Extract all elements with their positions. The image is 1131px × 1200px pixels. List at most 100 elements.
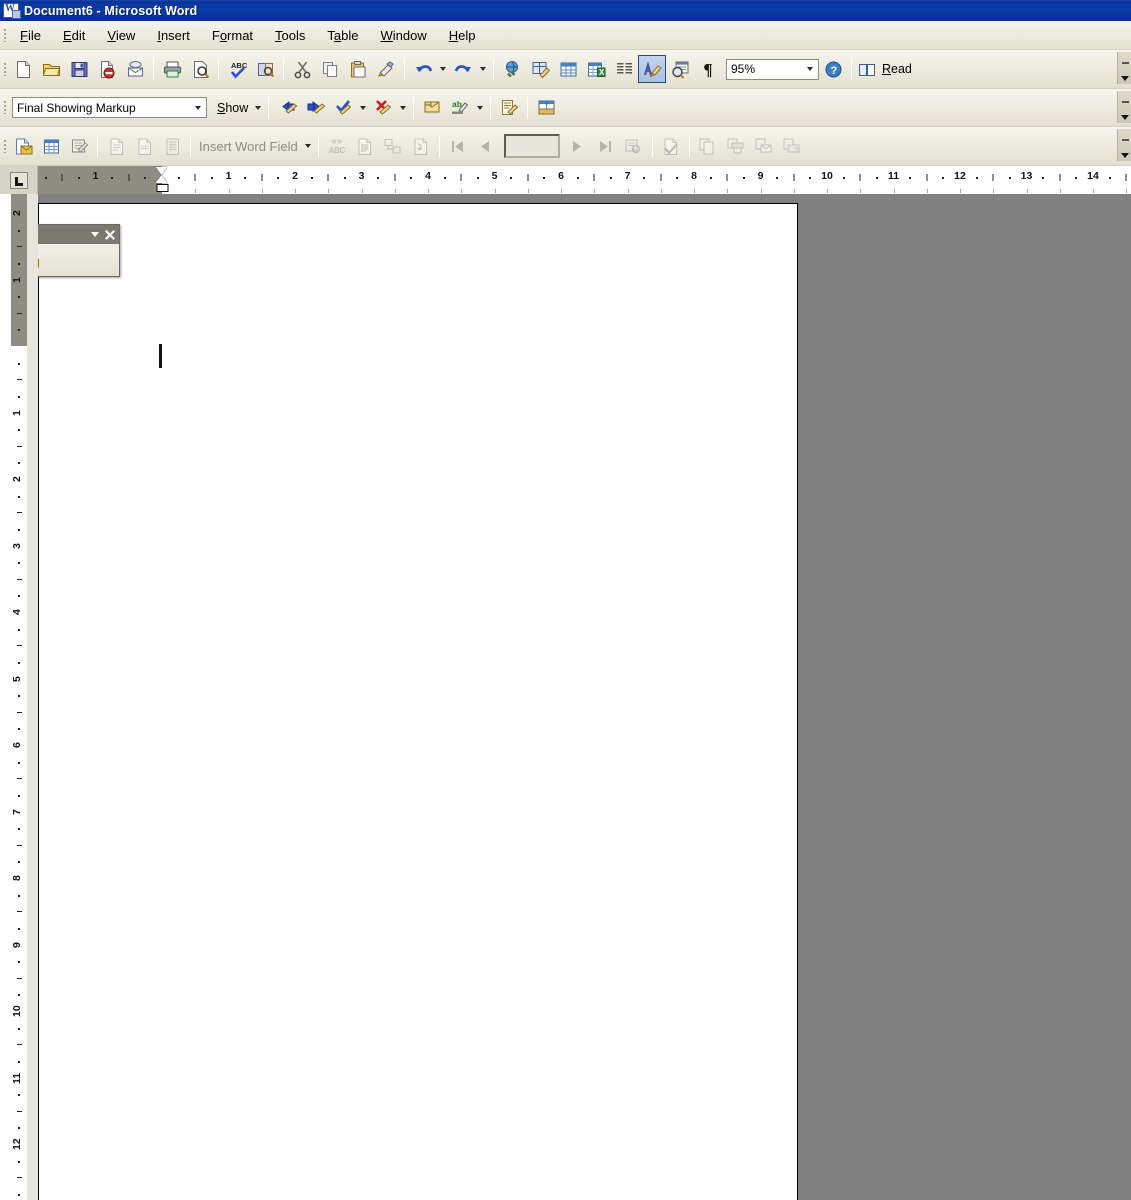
- copy-icon[interactable]: [316, 55, 344, 83]
- propagate-labels-icon[interactable]: [407, 132, 435, 160]
- horizontal-ruler[interactable]: 1 1 2 3 4 5 6 7 8 9 10 11 12 13 14: [38, 166, 1131, 194]
- match-fields-icon[interactable]: [379, 132, 407, 160]
- vertical-ruler[interactable]: 211234567891011121314: [0, 194, 38, 1200]
- reject-change-dropdown[interactable]: [397, 95, 409, 121]
- highlight-icon[interactable]: ab: [446, 94, 474, 122]
- next-change-icon[interactable]: [301, 94, 329, 122]
- accept-change-icon[interactable]: [329, 94, 357, 122]
- highlight-merge-fields-icon[interactable]: [351, 132, 379, 160]
- insert-comment-icon[interactable]: [418, 94, 446, 122]
- protect-form-icon[interactable]: [38, 247, 45, 273]
- menu-tools[interactable]: Tools: [264, 25, 316, 46]
- document-page[interactable]: [38, 203, 798, 1200]
- previous-change-icon[interactable]: [273, 94, 301, 122]
- first-record-icon[interactable]: [444, 132, 472, 160]
- menu-edit[interactable]: Edit: [52, 25, 96, 46]
- document-canvas[interactable]: Forms ab|: [38, 194, 1131, 1200]
- insert-excel-spreadsheet-icon[interactable]: X: [582, 55, 610, 83]
- main-document-setup-icon[interactable]: [9, 132, 37, 160]
- merge-to-printer-icon[interactable]: [722, 132, 750, 160]
- new-blank-document-icon[interactable]: [9, 55, 37, 83]
- reviewing-pane-icon[interactable]: [532, 94, 560, 122]
- menu-insert[interactable]: Insert: [146, 25, 201, 46]
- drawing-icon[interactable]: [638, 55, 666, 83]
- forms-toolbar-titlebar[interactable]: Forms: [38, 225, 119, 244]
- menu-file[interactable]: File: [9, 25, 52, 46]
- print-preview-icon[interactable]: [186, 55, 214, 83]
- reviewing-toolbar-overflow-button[interactable]: [1117, 91, 1131, 123]
- mailmerge-toolbar-overflow-button[interactable]: [1117, 129, 1131, 161]
- insert-hyperlink-icon[interactable]: [498, 55, 526, 83]
- reviewing-toolbar-grip[interactable]: [0, 89, 9, 126]
- check-for-errors-icon[interactable]: [657, 132, 685, 160]
- indent-markers[interactable]: [155, 166, 169, 194]
- merge-to-email-icon[interactable]: [750, 132, 778, 160]
- forms-toolbar-options-dropdown[interactable]: [87, 227, 102, 242]
- email-icon[interactable]: [121, 55, 149, 83]
- track-changes-icon[interactable]: [495, 94, 523, 122]
- accept-change-dropdown[interactable]: [357, 95, 369, 121]
- research-icon[interactable]: [251, 55, 279, 83]
- tables-and-borders-icon[interactable]: [526, 55, 554, 83]
- undo-dropdown[interactable]: [437, 56, 449, 82]
- hanging-indent-marker[interactable]: [155, 175, 168, 183]
- redo-icon[interactable]: [449, 55, 477, 83]
- insert-word-field-dropdown[interactable]: [302, 133, 314, 159]
- previous-record-icon[interactable]: [472, 132, 500, 160]
- read-label[interactable]: Read: [878, 62, 916, 76]
- forms-toolbar-close-button[interactable]: [102, 227, 117, 242]
- merge-to-new-document-icon[interactable]: [694, 132, 722, 160]
- reviewing-toolbar: Final Showing Markup Show ab: [0, 89, 1131, 127]
- menu-table[interactable]: Table: [316, 25, 369, 46]
- open-icon[interactable]: [37, 55, 65, 83]
- mail-merge-recipients-icon[interactable]: [65, 132, 93, 160]
- tab-selector-button[interactable]: [0, 166, 38, 194]
- show-menu-dropdown[interactable]: [252, 95, 264, 121]
- next-record-icon[interactable]: [564, 132, 592, 160]
- mailmerge-toolbar-grip[interactable]: [0, 127, 9, 165]
- format-painter-icon[interactable]: [372, 55, 400, 83]
- forms-toolbar[interactable]: Forms ab|: [38, 224, 120, 277]
- document-map-icon[interactable]: [666, 55, 694, 83]
- cut-icon[interactable]: [288, 55, 316, 83]
- standard-toolbar-overflow-button[interactable]: [1117, 52, 1131, 84]
- first-line-indent-marker[interactable]: [155, 167, 168, 175]
- spelling-grammar-icon[interactable]: ABC: [223, 55, 251, 83]
- record-number-input[interactable]: [503, 134, 560, 158]
- left-indent-marker[interactable]: [156, 184, 168, 192]
- insert-greeting-line-icon[interactable]: [130, 132, 158, 160]
- show-hide-formatting-icon[interactable]: ¶: [694, 55, 722, 83]
- show-menu-label[interactable]: Show: [213, 101, 252, 115]
- paste-icon[interactable]: [344, 55, 372, 83]
- permission-icon[interactable]: [93, 55, 121, 83]
- menu-help[interactable]: Help: [438, 25, 487, 46]
- zoom-dropdown-arrow[interactable]: [802, 60, 818, 79]
- view-merged-data-icon[interactable]: «» ABC: [323, 132, 351, 160]
- print-icon[interactable]: [158, 55, 186, 83]
- save-icon[interactable]: [65, 55, 93, 83]
- display-for-review-combo[interactable]: Final Showing Markup: [12, 97, 207, 118]
- merge-to-fax-icon[interactable]: [778, 132, 806, 160]
- display-for-review-dropdown-arrow[interactable]: [190, 98, 206, 117]
- menu-view[interactable]: View: [96, 25, 146, 46]
- standard-toolbar-grip[interactable]: [0, 50, 9, 88]
- undo-icon[interactable]: [409, 55, 437, 83]
- redo-dropdown[interactable]: [477, 56, 489, 82]
- insert-word-field-label[interactable]: Insert Word Field: [195, 139, 302, 154]
- columns-icon[interactable]: [610, 55, 638, 83]
- open-data-source-icon[interactable]: [37, 132, 65, 160]
- menubar-grip[interactable]: [0, 21, 9, 49]
- last-record-icon[interactable]: [592, 132, 620, 160]
- insert-address-block-icon[interactable]: [102, 132, 130, 160]
- reject-change-icon[interactable]: [369, 94, 397, 122]
- zoom-combo[interactable]: 95%: [726, 58, 819, 80]
- menu-window[interactable]: Window: [370, 25, 438, 46]
- highlight-dropdown[interactable]: [474, 95, 486, 121]
- default-tab-stop: [1026, 189, 1028, 193]
- help-icon[interactable]: ?: [819, 55, 847, 83]
- find-entry-icon[interactable]: [620, 132, 648, 160]
- menu-format[interactable]: Format: [201, 25, 264, 46]
- insert-merge-fields-icon[interactable]: [158, 132, 186, 160]
- insert-table-icon[interactable]: [554, 55, 582, 83]
- read-icon[interactable]: [856, 55, 878, 83]
